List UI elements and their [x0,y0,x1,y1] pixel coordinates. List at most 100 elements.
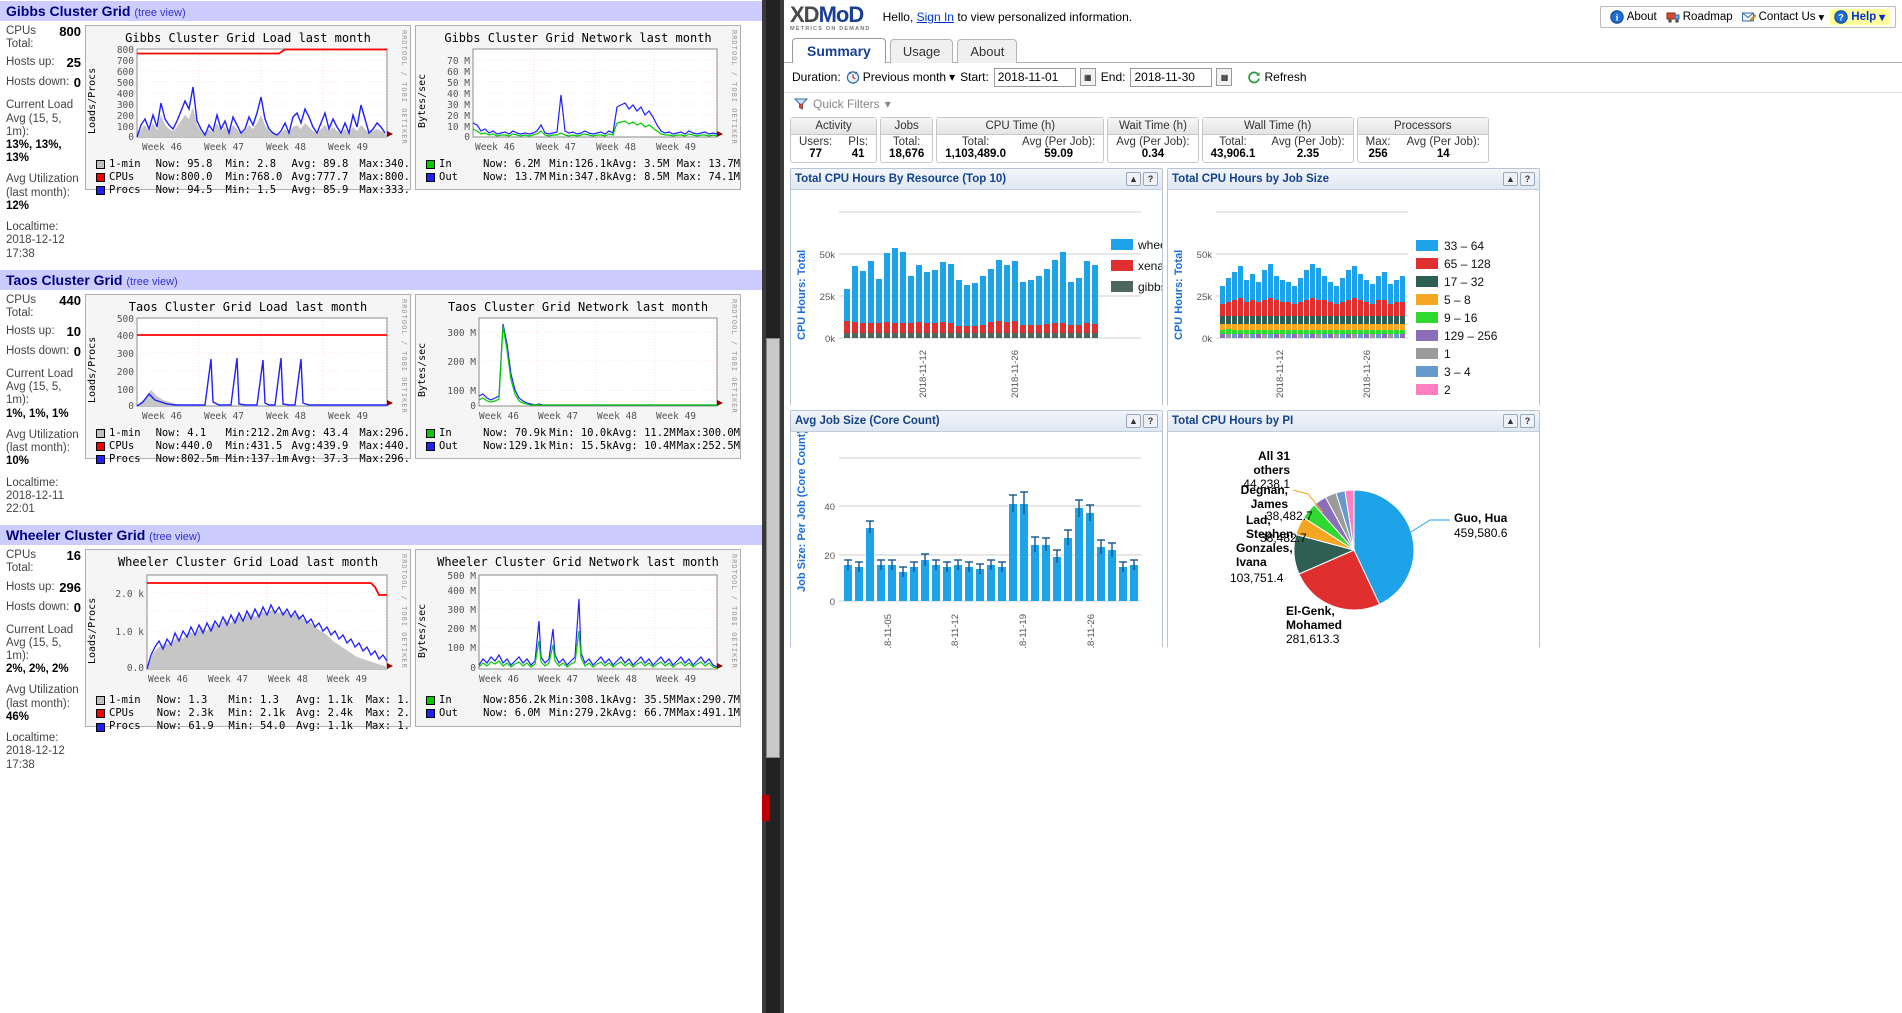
quick-filters-label: Quick Filters [813,96,880,111]
panel-help-button[interactable]: ? [1520,171,1535,186]
legend-now: Now:802.5m [155,452,219,465]
legend-max: Max:333. [359,184,410,197]
svg-text:0: 0 [830,597,835,608]
legend-label: 1-min [109,694,141,707]
svg-text:50k: 50k [820,250,836,261]
duration-selector[interactable]: Previous month ▾ [846,70,955,84]
legend-max: Max:440. [359,439,410,452]
rrd-chart-wheeler-load[interactable]: RRDTOOL / TOBI OETIKER Wheeler Cluster G… [85,549,411,732]
contact-us-link-label: Contact Us [1758,11,1816,23]
legend-label: Out [439,707,458,720]
browser-scrollbar[interactable] [762,0,784,1013]
stat-box-cols: Users: 77 PIs: 41 [791,135,876,162]
chart-legend: wheeler xena gibbs [1111,238,1180,294]
panel-help-button[interactable]: ? [1520,413,1535,428]
top-links-bar: i About Roadmap Contact Us ▾ ? Help ▾ [1599,6,1896,28]
end-calendar-icon[interactable]: ▦ [1216,68,1233,86]
info-icon: i [1609,10,1624,24]
svg-text:Week 48: Week 48 [266,411,306,422]
quick-filters-bar[interactable]: Quick Filters ▾ [784,93,1902,115]
start-calendar-icon[interactable]: ▦ [1079,68,1096,86]
svg-text:400 M: 400 M [447,586,476,597]
stat-value: 440 [59,292,81,308]
stat-label: Current Load Avg (15, 5, 1m): [6,623,74,662]
sign-in-link[interactable]: Sign In [917,10,954,24]
roadmap-link[interactable]: Roadmap [1663,10,1736,24]
stat-label: Localtime: [6,732,59,745]
legend-row: In Now: 70.9k Min: 10.0k Avg: 11.2M Max:… [426,427,740,440]
legend-min: Min: 2.8 [225,158,277,170]
cluster-stats-taos: CPUs Total: 440 Hosts up: 10 Hosts down:… [0,290,85,521]
scrollbar-thumb[interactable] [766,338,780,758]
cluster-header-taos: Taos Cluster Grid (tree view) [0,268,762,290]
legend-label: CPUs [109,439,135,452]
rrd-chart-taos-load[interactable]: RRDTOOL / TOBI OETIKER Taos Cluster Grid… [85,293,411,465]
panel-body[interactable]: CPU Hours: Total 50k 25k 0k 2018-11-12 2… [791,189,1180,406]
rrd-chart-gibbs-network[interactable]: RRDTOOL / TOBI OETIKER Gibbs Cluster Gri… [415,25,741,190]
logo-mod-text: MoD [818,2,865,27]
stat-value: 10% [6,455,30,468]
svg-text:Week 47: Week 47 [204,142,244,153]
stat-box-wall-time: Wall Time (h) Total: 43,906.1 Avg (Per J… [1201,116,1354,163]
duration-label: Duration: [792,70,841,84]
about-link[interactable]: i About [1607,10,1660,24]
contact-us-link[interactable]: Contact Us ▾ [1739,10,1828,24]
rrd-chart-taos-network[interactable]: RRDTOOL / TOBI OETIKER Taos Cluster Grid… [415,293,741,459]
legend-row: CPUs Now:440.0 Min:431.5 Avg:439.9 Max:4… [96,440,410,453]
rrd-chart-gibbs-load[interactable]: RRDTOOL / TOBI OETIKER Gibbs Cluster Gri… [85,25,411,196]
legend-label: 1-min [109,158,141,170]
legend-swatch-icon [96,441,105,451]
stat-hosts-up: Hosts up: 25 [6,55,81,71]
legend-min: Min: 1.3 [228,694,279,707]
cluster-title: Gibbs Cluster Grid [6,3,131,19]
svg-text:Week 46: Week 46 [148,674,188,685]
panel-body[interactable]: Job Size: Per Job (Core Count) 40 20 0 2… [791,429,1162,661]
panel-body[interactable]: CPU Hours: Total 50k 25k 0k 2018-11-12 2… [1168,189,1539,406]
svg-text:500: 500 [117,78,134,89]
panel-cpu-hours-by-resource: Total CPU Hours By Resource (Top 10) ▲ ?… [790,167,1180,406]
tree-view-link[interactable]: (tree view) [126,276,177,288]
panel-collapse-button[interactable]: ▲ [1503,171,1518,186]
legend-min: Min:768.0 [225,171,283,184]
legend-max: Max:800. [359,171,410,184]
stat-key: Avg (Per Job): [1271,135,1345,148]
stat-value: 14 [1436,147,1450,160]
panel-collapse-button[interactable]: ▲ [1503,413,1518,428]
stat-box-cols: Max: 256 Avg (Per Job): 14 [1358,135,1488,162]
panel-collapse-button[interactable]: ▲ [1126,413,1141,428]
stat-value: 77 [809,147,823,160]
legend-row: CPUs Now: 2.3k Min: 2.1k Avg: 2.4k Max: … [96,707,410,720]
svg-text:Week 49: Week 49 [656,674,696,685]
svg-text:?: ? [1839,13,1845,23]
start-date-input[interactable] [993,67,1076,87]
x-axis-ticks: 2018-11-12 2018-11-26 [1275,350,1373,398]
legend-now: Now: 4.1 [155,426,207,439]
plot-svg: 70 M60 M50 M 40 M30 M20 M 10 M0 Week 46 W… [447,48,723,153]
refresh-button[interactable]: Refresh [1247,70,1307,84]
stat-box-header: Jobs [881,117,933,135]
legend-swatch-icon [426,428,435,438]
tab-about[interactable]: About [957,38,1018,63]
refresh-icon [1247,70,1261,84]
panel-body[interactable]: All 31 others 44,238.1 Degnan, James Lad… [1168,431,1539,648]
rrd-chart-wheeler-network[interactable]: RRDTOOL / TOBI OETIKER Wheeler Cluster G… [415,549,741,728]
panel-help-button[interactable]: ? [1143,413,1158,428]
legend-min: Min:431.5 [225,439,283,452]
svg-text:Week 48: Week 48 [597,411,637,422]
help-link[interactable]: ? Help ▾ [1830,9,1889,25]
stat-cell: Total: 1,103,489.0 [937,135,1014,162]
svg-text:Week 49: Week 49 [327,674,367,685]
tree-view-link[interactable]: (tree view) [134,7,185,19]
cluster-body-gibbs: CPUs Total: 800 Hosts up: 25 Hosts down:… [0,21,762,265]
chart-svg-cpu-hours-by-job-size: CPU Hours: Total 50k25k0k 2018-11-12 201… [1173,211,1498,398]
tab-usage[interactable]: Usage [889,38,954,63]
stat-box-header: Activity [791,117,877,135]
panel-help-button[interactable]: ? [1143,171,1158,186]
legend-avg: Avg: 66.7M [612,707,676,720]
tree-view-link[interactable]: (tree view) [149,531,200,543]
svg-text:2018-11-12: 2018-11-12 [950,614,961,648]
legend-avg: Avg:777.7 [291,171,349,184]
tab-summary[interactable]: Summary [792,37,886,63]
end-date-input[interactable] [1130,67,1213,87]
panel-collapse-button[interactable]: ▲ [1126,171,1141,186]
